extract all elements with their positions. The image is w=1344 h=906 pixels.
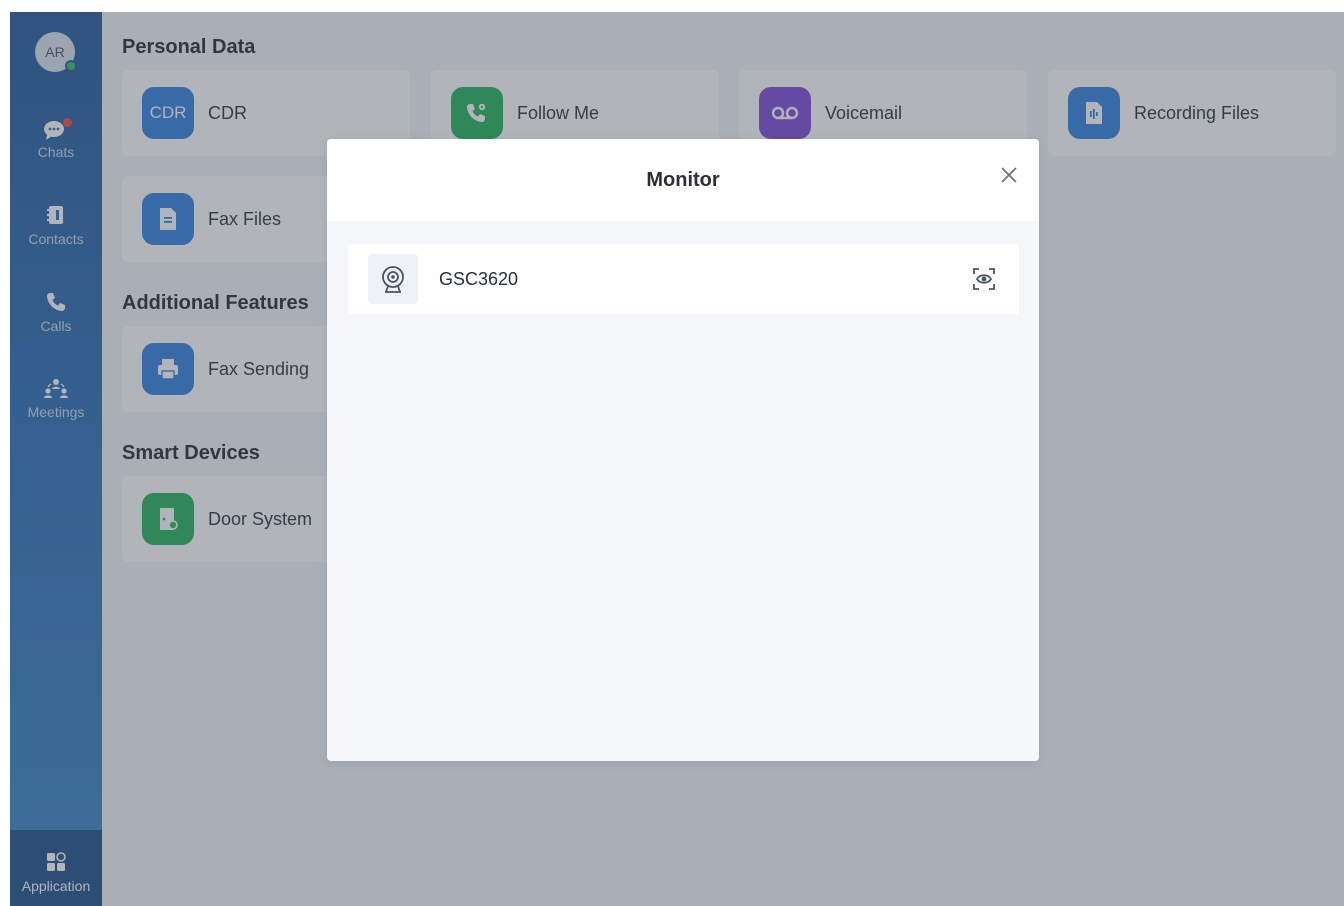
device-list-item[interactable]: GSC3620	[348, 244, 1019, 314]
dialog-title: Monitor	[646, 169, 720, 191]
monitor-dialog: Monitor GSC3620	[327, 139, 1039, 761]
app-window: AR Chats Contacts Calls Meetings Applica…	[10, 12, 1344, 906]
close-icon[interactable]	[997, 163, 1021, 187]
device-name: GSC3620	[439, 269, 519, 289]
dialog-header: Monitor	[327, 139, 1039, 221]
monitor-eye-icon[interactable]	[971, 266, 997, 292]
camera-icon	[368, 254, 418, 304]
